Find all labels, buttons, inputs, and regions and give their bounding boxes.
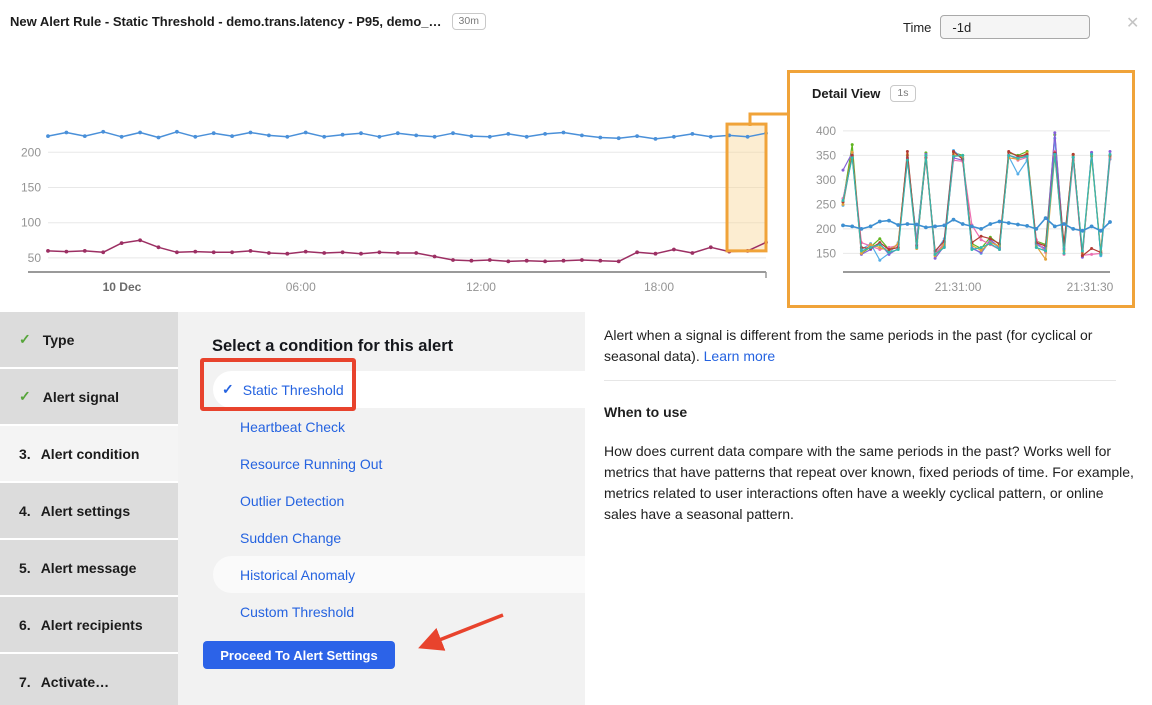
sidebar-item-activate[interactable]: 7. Activate… xyxy=(0,654,178,705)
time-range-group: Time xyxy=(903,15,1090,39)
condition-option-resource-running-out[interactable]: Resource Running Out xyxy=(178,445,585,482)
svg-text:350: 350 xyxy=(816,148,836,162)
step-number: 6. xyxy=(19,617,31,633)
series-dark-red xyxy=(843,152,1110,256)
detail-view-header: Detail View 1s xyxy=(812,85,916,102)
check-icon: ✓ xyxy=(19,331,31,348)
sidebar-item-alert-settings[interactable]: 4. Alert settings xyxy=(0,483,178,538)
svg-text:250: 250 xyxy=(816,197,836,211)
sidebar-item-label: Alert signal xyxy=(43,389,119,405)
sidebar-item-alert-condition[interactable]: 3. Alert condition xyxy=(0,426,178,481)
when-to-use-heading: When to use xyxy=(604,402,1138,423)
condition-option-label: Historical Anomaly xyxy=(240,567,355,583)
svg-text:50: 50 xyxy=(28,251,42,265)
condition-option-sudden-change[interactable]: Sudden Change xyxy=(178,519,585,556)
when-to-use-body: How does current data compare with the s… xyxy=(604,441,1138,525)
step-number: 7. xyxy=(19,674,31,690)
sidebar-item-label: Alert settings xyxy=(41,503,130,519)
svg-text:18:00: 18:00 xyxy=(644,280,674,294)
divider xyxy=(604,380,1116,381)
svg-text:12:00: 12:00 xyxy=(466,280,496,294)
condition-option-historical-anomaly[interactable]: Historical Anomaly xyxy=(213,556,585,593)
step-number: 5. xyxy=(19,560,31,576)
svg-text:06:00: 06:00 xyxy=(286,280,316,294)
condition-option-heartbeat-check[interactable]: Heartbeat Check xyxy=(178,408,585,445)
sidebar-item-label: Alert message xyxy=(41,560,137,576)
condition-option-label: Resource Running Out xyxy=(240,456,382,472)
condition-description: Alert when a signal is different from th… xyxy=(604,325,1138,367)
sidebar-item-type[interactable]: ✓ Type xyxy=(0,312,178,367)
condition-heading: Select a condition for this alert xyxy=(212,337,453,356)
condition-option-custom-threshold[interactable]: Custom Threshold xyxy=(178,593,585,630)
proceed-to-alert-settings-button[interactable]: Proceed To Alert Settings xyxy=(203,641,395,669)
page-title-row: New Alert Rule - Static Threshold - demo… xyxy=(10,13,486,30)
detail-view-panel: 150 200 250 300 350 400 21:31:00 21:31:30 Detai… xyxy=(787,70,1135,308)
step-number: 3. xyxy=(19,446,31,462)
condition-option-label: Outlier Detection xyxy=(240,493,344,509)
detail-resolution-badge: 1s xyxy=(890,85,915,102)
page-title: New Alert Rule - Static Threshold - demo… xyxy=(10,14,442,29)
svg-text:200: 200 xyxy=(816,222,836,236)
sidebar-item-label: Alert recipients xyxy=(41,617,143,633)
svg-text:400: 400 xyxy=(816,124,836,138)
check-icon: ✓ xyxy=(19,388,31,405)
svg-text:21:31:00: 21:31:00 xyxy=(935,280,982,294)
main-chart[interactable]: 50 100 150 200 10 Dec 06:00 12:00 18:00 xyxy=(0,95,780,305)
description-panel: Alert when a signal is different from th… xyxy=(585,312,1152,705)
series-p95-latency-blue xyxy=(48,132,766,139)
time-label: Time xyxy=(903,20,931,35)
annotation-red-box xyxy=(200,358,356,411)
condition-option-label: Custom Threshold xyxy=(240,604,354,620)
time-range-input[interactable] xyxy=(940,15,1090,39)
svg-text:150: 150 xyxy=(21,180,41,194)
condition-option-label: Heartbeat Check xyxy=(240,419,345,435)
svg-text:300: 300 xyxy=(816,173,836,187)
sidebar-item-alert-message[interactable]: 5. Alert message xyxy=(0,540,178,595)
svg-text:200: 200 xyxy=(21,145,41,159)
sidebar-item-alert-signal[interactable]: ✓ Alert signal xyxy=(0,369,178,424)
sidebar-item-label: Type xyxy=(43,332,75,348)
svg-text:10 Dec: 10 Dec xyxy=(103,280,142,294)
resolution-badge: 30m xyxy=(452,13,486,30)
close-icon[interactable]: ✕ xyxy=(1126,16,1139,32)
condition-option-outlier-detection[interactable]: Outlier Detection xyxy=(178,482,585,519)
detail-chart[interactable]: 150 200 250 300 350 400 21:31:00 21:31:30 xyxy=(790,73,1132,305)
learn-more-link[interactable]: Learn more xyxy=(704,348,776,364)
sidebar-item-label: Alert condition xyxy=(41,446,140,462)
svg-text:21:31:30: 21:31:30 xyxy=(1067,280,1114,294)
svg-text:100: 100 xyxy=(21,216,41,230)
sidebar: ✓ Type ✓ Alert signal 3. Alert condition 4. Ale… xyxy=(0,312,178,705)
detail-view-title: Detail View xyxy=(812,86,880,101)
svg-text:150: 150 xyxy=(816,246,836,260)
step-number: 4. xyxy=(19,503,31,519)
sidebar-item-alert-recipients[interactable]: 6. Alert recipients xyxy=(0,597,178,652)
condition-option-label: Sudden Change xyxy=(240,530,341,546)
sidebar-item-label: Activate… xyxy=(41,674,109,690)
